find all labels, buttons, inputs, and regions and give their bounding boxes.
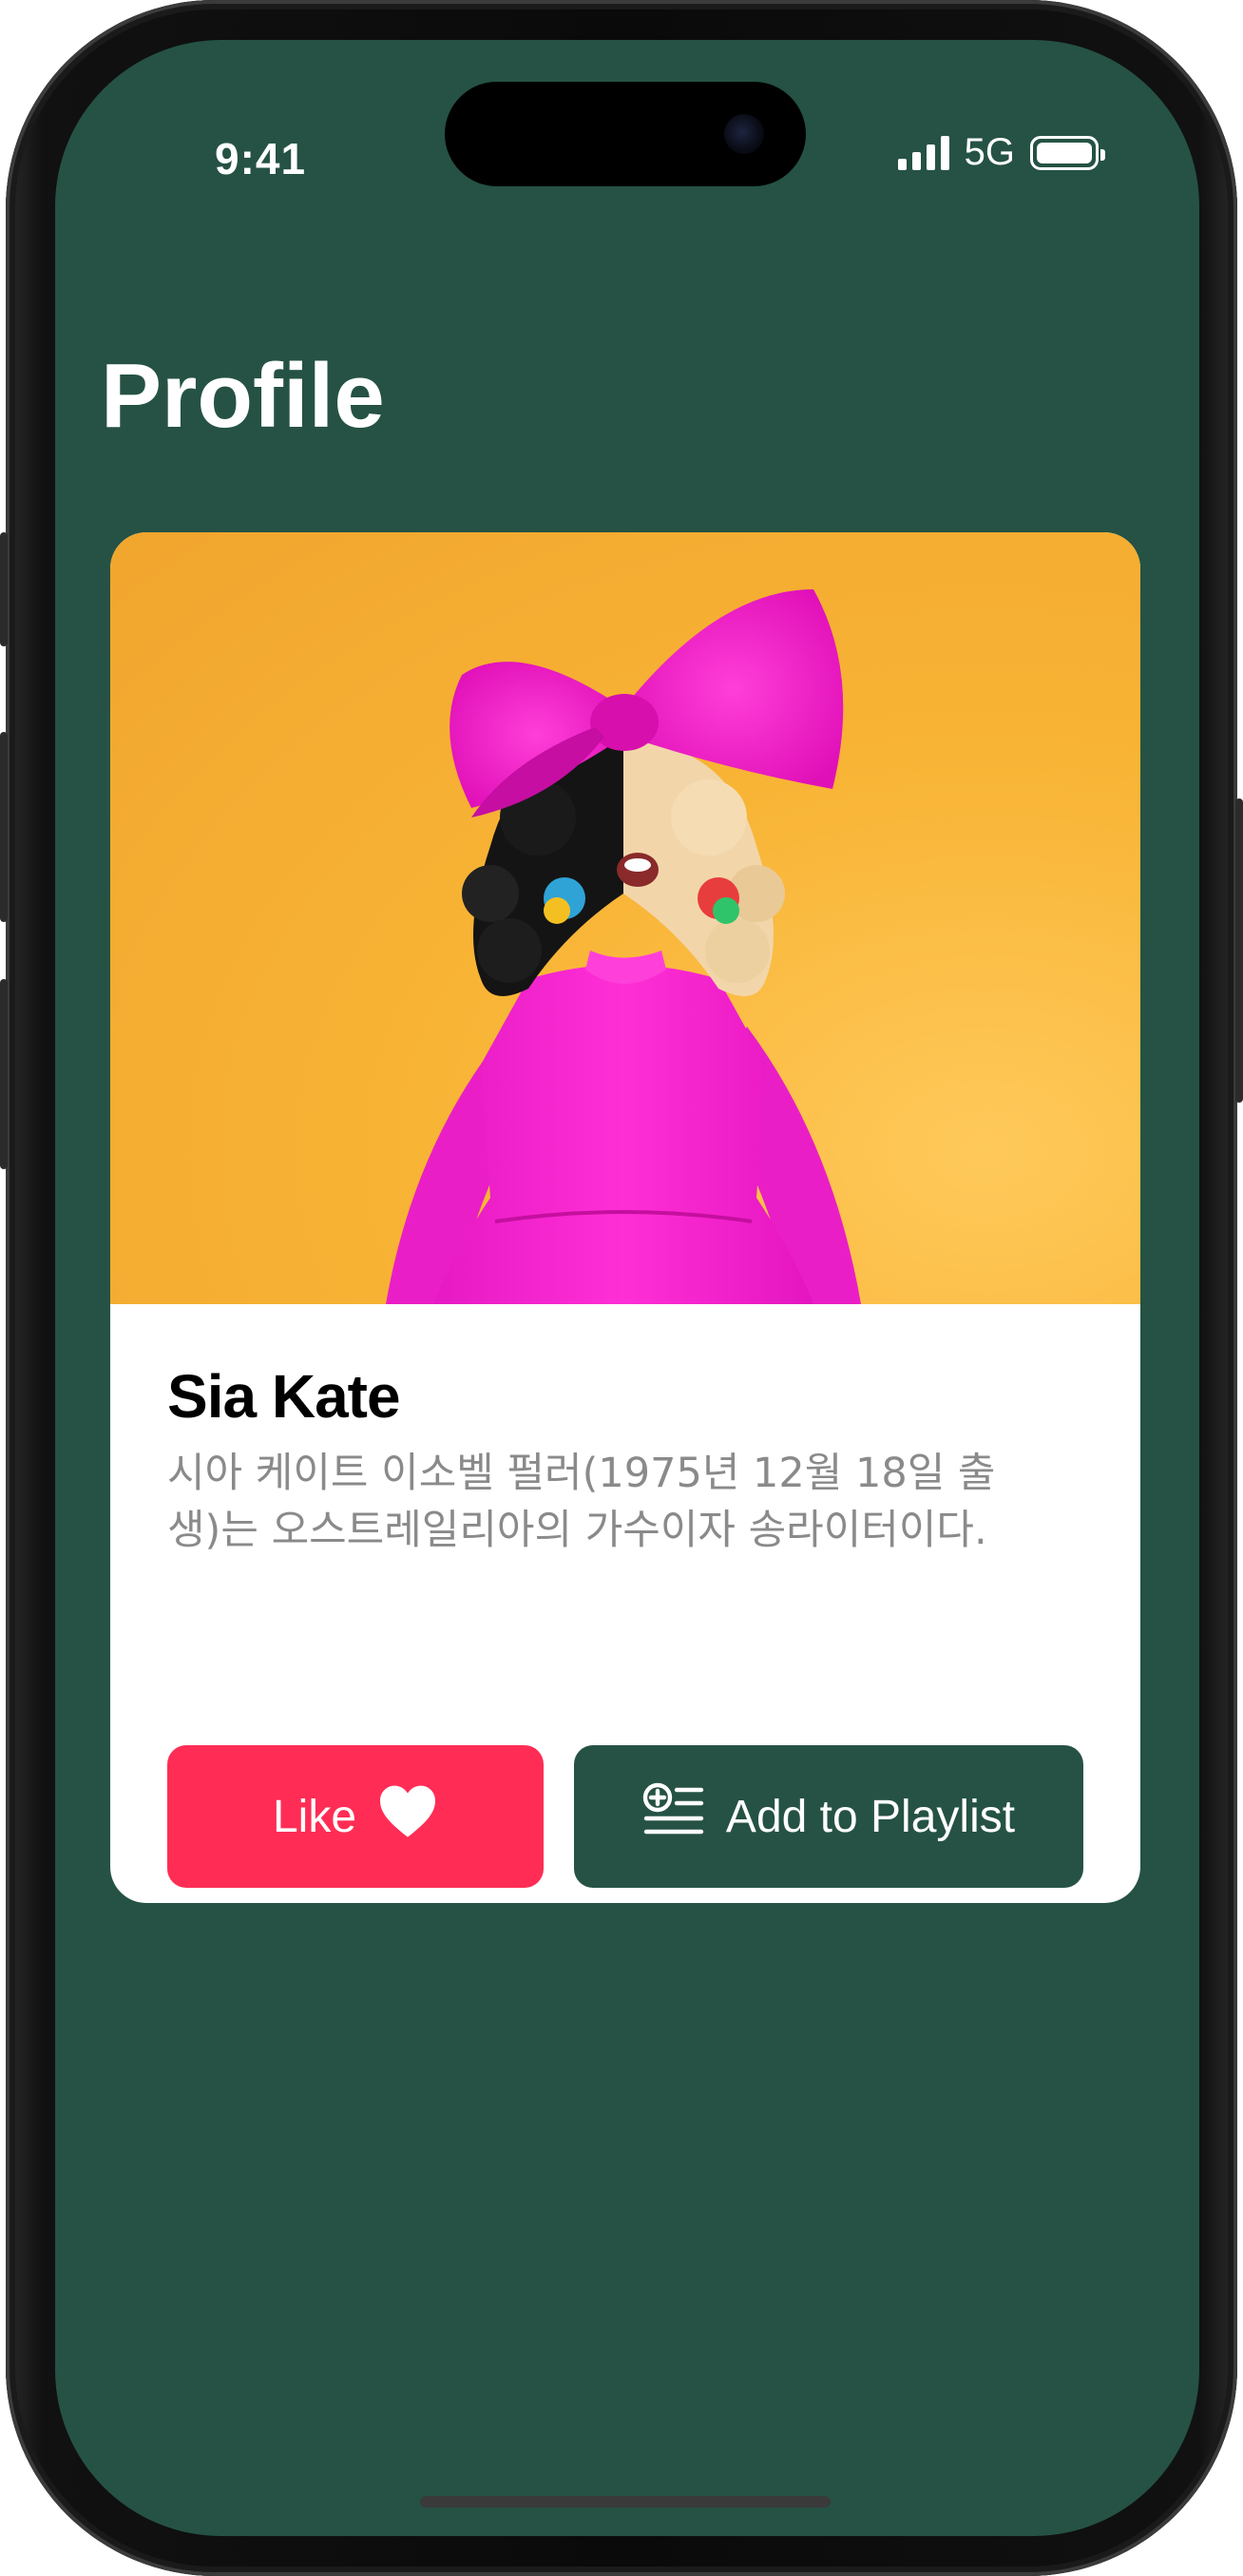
- page-title: Profile: [101, 345, 385, 447]
- add-to-playlist-label: Add to Playlist: [725, 1791, 1016, 1842]
- phone-frame: 9:41 5G Profile Sia Kate 시아 케이트 이소벨 펄러(1…: [0, 0, 1243, 2576]
- cellular-signal-icon: [897, 135, 949, 170]
- status-time: 9:41: [215, 134, 307, 183]
- artist-bio: 시아 케이트 이소벨 펄러(1975년 12월 18일 출생)는 오스트레일리아…: [167, 1450, 996, 1554]
- network-type: 5G: [964, 131, 1015, 173]
- add-to-list-icon: [642, 1782, 705, 1851]
- like-label: Like: [272, 1791, 357, 1842]
- add-to-playlist-button[interactable]: Add to Playlist: [574, 1745, 1083, 1888]
- volume-up-button: [0, 732, 8, 922]
- action-button: [0, 532, 8, 646]
- like-button[interactable]: Like: [167, 1745, 544, 1888]
- heart-icon: [377, 1783, 438, 1850]
- battery-icon: [1030, 135, 1105, 170]
- screen: 9:41 5G Profile Sia Kate 시아 케이트 이소벨 펄러(1…: [55, 40, 1199, 2536]
- front-camera: [724, 114, 764, 154]
- dynamic-island: [445, 82, 806, 186]
- volume-down-button: [0, 979, 8, 1169]
- status-indicators: 5G: [897, 131, 1105, 174]
- profile-card: Sia Kate 시아 케이트 이소벨 펄러(1975년 12월 18일 출생)…: [110, 532, 1140, 1903]
- artist-name: Sia Kate: [167, 1362, 401, 1431]
- artist-photo: [110, 532, 1140, 1304]
- power-button: [1235, 798, 1243, 1103]
- home-indicator[interactable]: [420, 2496, 831, 2508]
